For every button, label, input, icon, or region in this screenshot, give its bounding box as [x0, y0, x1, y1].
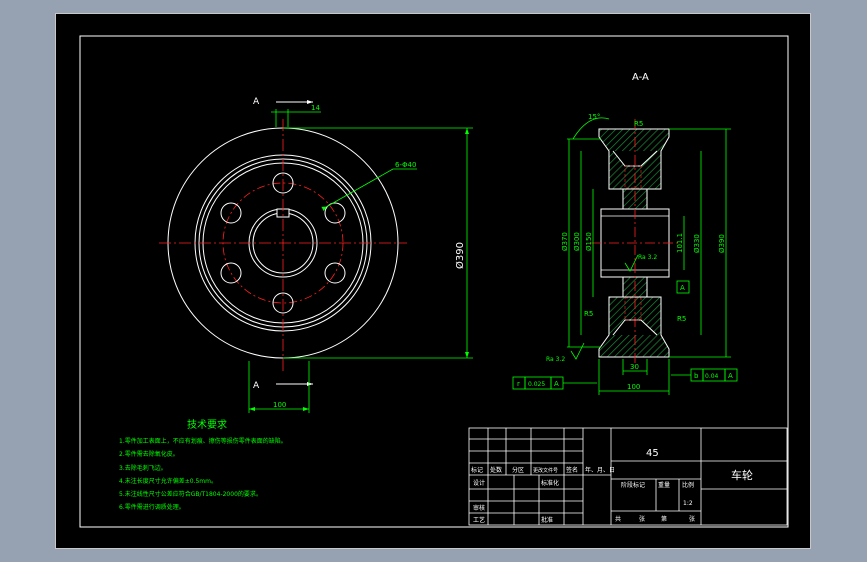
svg-text:阶段标记: 阶段标记 [621, 481, 645, 489]
note-5: 5.未注线性尺寸公差应符合GB/T1804-2000的要求。 [119, 490, 262, 498]
dim-left-mid: Ø300 [573, 232, 581, 251]
width-inner: 30 [630, 363, 639, 371]
section-title: A-A [632, 72, 649, 83]
hole-callout-label: 6-Φ40 [395, 161, 416, 169]
center-lines [159, 119, 407, 371]
svg-text:0.04: 0.04 [705, 373, 719, 380]
roughness-low: Ra 3.2 [546, 356, 565, 363]
svg-text:处数: 处数 [490, 466, 502, 474]
svg-text:签名: 签名 [566, 466, 578, 474]
svg-text:1:2: 1:2 [683, 500, 693, 507]
svg-text:批准: 批准 [541, 516, 553, 524]
diameter-dim-label: Ø390 [454, 242, 466, 269]
svg-text:标记: 标记 [471, 466, 483, 474]
svg-text:工艺: 工艺 [473, 516, 485, 524]
note-1: 1.零件加工表面上，不应有划痕、擦伤等损伤零件表面的缺陷。 [119, 437, 287, 445]
notes-title: 技术要求 [187, 418, 227, 431]
chamfer-top: R5 [634, 120, 643, 128]
svg-text:审核: 审核 [473, 504, 485, 512]
svg-text:A: A [554, 380, 559, 388]
svg-text:更改文件号: 更改文件号 [533, 467, 558, 474]
front-view: A A 14 6-Φ40 Ø390 100 [159, 97, 473, 413]
svg-text:分区: 分区 [512, 466, 524, 474]
dim-right-outer: Ø390 [718, 234, 726, 253]
svg-text:b: b [694, 372, 699, 380]
chamfer-bottom: R5 [677, 315, 686, 323]
part-name: 车轮 [731, 468, 753, 482]
note-6: 6.零件需进行调质处理。 [119, 503, 185, 511]
svg-text:比例: 比例 [682, 481, 694, 489]
title-block-text: 45 车轮 标记 处数 分区 更改文件号 签名 年、月、日 设计 标准化 阶段标… [471, 448, 753, 524]
svg-text:r: r [517, 380, 520, 388]
note-4: 4.未注长度尺寸允许偏差±0.5mm。 [119, 477, 217, 485]
dim-right-mid: Ø330 [693, 234, 701, 253]
svg-text:张: 张 [639, 515, 645, 523]
top-dim-label: 14 [311, 104, 320, 112]
svg-text:A: A [728, 372, 733, 380]
technical-notes: 技术要求 1.零件加工表面上，不应有划痕、擦伤等损伤零件表面的缺陷。 2.零件需… [119, 418, 287, 511]
material-label: 45 [646, 448, 659, 459]
section-mark-top: A [253, 97, 260, 107]
svg-text:重量: 重量 [658, 481, 670, 489]
dim-bore: 101.1 [676, 233, 684, 253]
angle-dim: 15° [588, 113, 600, 121]
drawing-sheet: A A 14 6-Φ40 Ø390 100 A-A 15° R5 R5 R5 Ø… [55, 13, 811, 549]
dim-left-outer: Ø370 [561, 232, 569, 251]
svg-text:共: 共 [615, 515, 621, 523]
inner-frame [79, 35, 789, 528]
svg-text:年、月、日: 年、月、日 [585, 466, 615, 474]
dim-left-inner: Ø150 [585, 232, 593, 251]
svg-text:设计: 设计 [473, 479, 485, 487]
roughness-mid: Ra 3.2 [638, 254, 657, 261]
width-total: 100 [627, 383, 640, 391]
svg-text:标准化: 标准化 [541, 479, 559, 487]
svg-text:R5: R5 [584, 310, 593, 318]
svg-text:张: 张 [689, 515, 695, 523]
note-3: 3.去除毛刺飞边。 [119, 464, 167, 472]
svg-text:0.025: 0.025 [528, 381, 545, 388]
section-mark-bottom: A [253, 381, 260, 391]
svg-text:A: A [680, 284, 685, 292]
bottom-dim-label: 100 [273, 401, 286, 409]
note-2: 2.零件需去除氧化皮。 [119, 450, 179, 458]
cad-drawing: A A 14 6-Φ40 Ø390 100 A-A 15° R5 R5 R5 Ø… [79, 35, 789, 528]
section-view: A-A 15° R5 R5 R5 Ø370 Ø300 Ø150 101.1 Ø3… [512, 72, 738, 395]
svg-text:第: 第 [661, 515, 667, 523]
